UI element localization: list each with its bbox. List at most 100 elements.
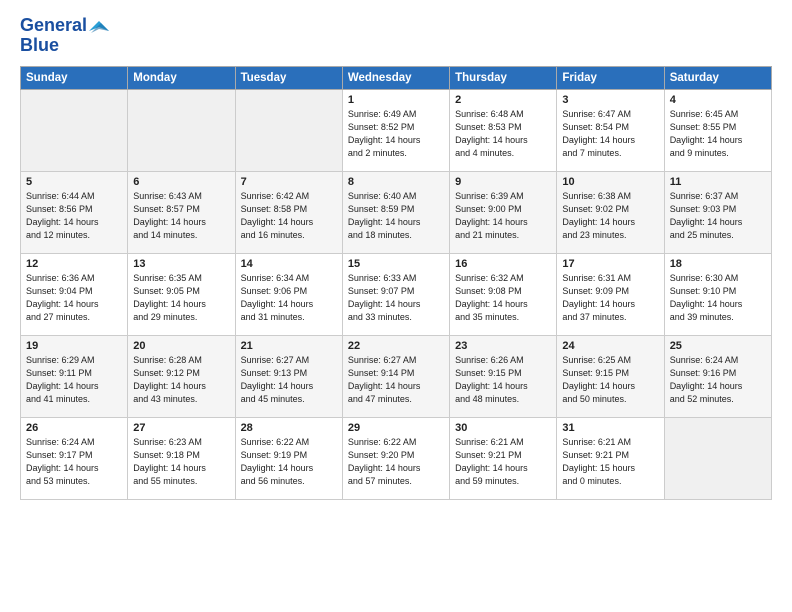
week-row-4: 19 Sunrise: 6:29 AMSunset: 9:11 PMDayligh…	[21, 335, 772, 417]
day-info: Sunrise: 6:24 AMSunset: 9:17 PMDaylight:…	[26, 436, 122, 488]
week-row-2: 5 Sunrise: 6:44 AMSunset: 8:56 PMDaylight…	[21, 171, 772, 253]
day-cell: 18 Sunrise: 6:30 AMSunset: 9:10 PMDayligh…	[664, 253, 771, 335]
day-number: 3	[562, 94, 658, 106]
day-cell: 13Sunrise: 6:35 AMSunset: 9:05 PMDayligh…	[128, 253, 235, 335]
day-number: 22	[348, 340, 444, 352]
day-info: Sunrise: 6:24 AMSunset: 9:16 PMDaylight:…	[670, 354, 766, 406]
day-number: 24	[562, 340, 658, 352]
day-info: Sunrise: 6:22 AMSunset: 9:20 PMDaylight:…	[348, 436, 444, 488]
day-cell: 31Sunrise: 6:21 AMSunset: 9:21 PMDayligh…	[557, 417, 664, 499]
day-cell: 4 Sunrise: 6:45 AMSunset: 8:55 PMDaylight…	[664, 89, 771, 171]
day-cell: 2 Sunrise: 6:48 AMSunset: 8:53 PMDaylight…	[450, 89, 557, 171]
day-number: 15	[348, 258, 444, 270]
day-info: Sunrise: 6:49 AMSunset: 8:52 PMDaylight:…	[348, 108, 444, 160]
day-number: 10	[562, 176, 658, 188]
day-cell: 9Sunrise: 6:39 AMSunset: 9:00 PMDaylight…	[450, 171, 557, 253]
logo-line1: General	[20, 16, 87, 36]
header-day-saturday: Saturday	[664, 66, 771, 89]
header: General Blue	[20, 16, 772, 56]
day-info: Sunrise: 6:36 AMSunset: 9:04 PMDaylight:…	[26, 272, 122, 324]
day-number: 31	[562, 422, 658, 434]
logo-line2: Blue	[20, 36, 87, 56]
week-row-3: 12 Sunrise: 6:36 AMSunset: 9:04 PMDayligh…	[21, 253, 772, 335]
day-cell	[235, 89, 342, 171]
day-info: Sunrise: 6:47 AMSunset: 8:54 PMDaylight:…	[562, 108, 658, 160]
day-info: Sunrise: 6:23 AMSunset: 9:18 PMDaylight:…	[133, 436, 229, 488]
day-info: Sunrise: 6:32 AMSunset: 9:08 PMDaylight:…	[455, 272, 551, 324]
header-day-sunday: Sunday	[21, 66, 128, 89]
day-cell: 14Sunrise: 6:34 AMSunset: 9:06 PMDayligh…	[235, 253, 342, 335]
logo-chevron-icon	[89, 21, 109, 41]
header-day-thursday: Thursday	[450, 66, 557, 89]
day-info: Sunrise: 6:39 AMSunset: 9:00 PMDaylight:…	[455, 190, 551, 242]
day-number: 19	[26, 340, 122, 352]
day-info: Sunrise: 6:45 AMSunset: 8:55 PMDaylight:…	[670, 108, 766, 160]
page: General Blue SundayMondayTuesdayWednesda…	[0, 0, 792, 612]
day-cell: 25 Sunrise: 6:24 AMSunset: 9:16 PMDayligh…	[664, 335, 771, 417]
day-number: 8	[348, 176, 444, 188]
day-number: 20	[133, 340, 229, 352]
day-number: 21	[241, 340, 337, 352]
day-cell: 15 Sunrise: 6:33 AMSunset: 9:07 PMDayligh…	[342, 253, 449, 335]
day-number: 6	[133, 176, 229, 188]
day-cell: 27 Sunrise: 6:23 AMSunset: 9:18 PMDayligh…	[128, 417, 235, 499]
day-number: 27	[133, 422, 229, 434]
day-number: 26	[26, 422, 122, 434]
day-number: 30	[455, 422, 551, 434]
day-cell: 5 Sunrise: 6:44 AMSunset: 8:56 PMDaylight…	[21, 171, 128, 253]
header-day-monday: Monday	[128, 66, 235, 89]
day-info: Sunrise: 6:26 AMSunset: 9:15 PMDaylight:…	[455, 354, 551, 406]
day-cell: 6 Sunrise: 6:43 AMSunset: 8:57 PMDaylight…	[128, 171, 235, 253]
day-info: Sunrise: 6:44 AMSunset: 8:56 PMDaylight:…	[26, 190, 122, 242]
day-info: Sunrise: 6:27 AMSunset: 9:13 PMDaylight:…	[241, 354, 337, 406]
day-cell: 10 Sunrise: 6:38 AMSunset: 9:02 PMDayligh…	[557, 171, 664, 253]
day-info: Sunrise: 6:30 AMSunset: 9:10 PMDaylight:…	[670, 272, 766, 324]
day-info: Sunrise: 6:43 AMSunset: 8:57 PMDaylight:…	[133, 190, 229, 242]
day-info: Sunrise: 6:38 AMSunset: 9:02 PMDaylight:…	[562, 190, 658, 242]
day-cell: 28 Sunrise: 6:22 AMSunset: 9:19 PMDayligh…	[235, 417, 342, 499]
header-row: SundayMondayTuesdayWednesdayThursdayFrid…	[21, 66, 772, 89]
day-number: 14	[241, 258, 337, 270]
day-info: Sunrise: 6:48 AMSunset: 8:53 PMDaylight:…	[455, 108, 551, 160]
day-info: Sunrise: 6:29 AMSunset: 9:11 PMDaylight:…	[26, 354, 122, 406]
day-cell: 3 Sunrise: 6:47 AMSunset: 8:54 PMDaylight…	[557, 89, 664, 171]
day-cell: 12 Sunrise: 6:36 AMSunset: 9:04 PMDayligh…	[21, 253, 128, 335]
day-number: 7	[241, 176, 337, 188]
day-cell: 30Sunrise: 6:21 AMSunset: 9:21 PMDayligh…	[450, 417, 557, 499]
day-cell	[21, 89, 128, 171]
day-number: 2	[455, 94, 551, 106]
day-number: 12	[26, 258, 122, 270]
day-info: Sunrise: 6:27 AMSunset: 9:14 PMDaylight:…	[348, 354, 444, 406]
day-cell: 20 Sunrise: 6:28 AMSunset: 9:12 PMDayligh…	[128, 335, 235, 417]
day-number: 18	[670, 258, 766, 270]
calendar-table: SundayMondayTuesdayWednesdayThursdayFrid…	[20, 66, 772, 500]
day-cell: 17Sunrise: 6:31 AMSunset: 9:09 PMDayligh…	[557, 253, 664, 335]
day-number: 28	[241, 422, 337, 434]
day-cell: 26 Sunrise: 6:24 AMSunset: 9:17 PMDayligh…	[21, 417, 128, 499]
day-number: 4	[670, 94, 766, 106]
header-day-tuesday: Tuesday	[235, 66, 342, 89]
day-number: 11	[670, 176, 766, 188]
day-number: 25	[670, 340, 766, 352]
day-cell: 29 Sunrise: 6:22 AMSunset: 9:20 PMDayligh…	[342, 417, 449, 499]
day-cell: 21 Sunrise: 6:27 AMSunset: 9:13 PMDayligh…	[235, 335, 342, 417]
day-number: 5	[26, 176, 122, 188]
day-cell: 8 Sunrise: 6:40 AMSunset: 8:59 PMDaylight…	[342, 171, 449, 253]
day-number: 29	[348, 422, 444, 434]
day-cell: 11Sunrise: 6:37 AMSunset: 9:03 PMDayligh…	[664, 171, 771, 253]
header-day-friday: Friday	[557, 66, 664, 89]
day-cell: 19 Sunrise: 6:29 AMSunset: 9:11 PMDayligh…	[21, 335, 128, 417]
day-info: Sunrise: 6:28 AMSunset: 9:12 PMDaylight:…	[133, 354, 229, 406]
day-number: 23	[455, 340, 551, 352]
day-info: Sunrise: 6:40 AMSunset: 8:59 PMDaylight:…	[348, 190, 444, 242]
day-info: Sunrise: 6:25 AMSunset: 9:15 PMDaylight:…	[562, 354, 658, 406]
day-number: 13	[133, 258, 229, 270]
logo: General Blue	[20, 16, 109, 56]
day-cell	[664, 417, 771, 499]
day-info: Sunrise: 6:22 AMSunset: 9:19 PMDaylight:…	[241, 436, 337, 488]
header-day-wednesday: Wednesday	[342, 66, 449, 89]
week-row-1: 1 Sunrise: 6:49 AMSunset: 8:52 PMDaylight…	[21, 89, 772, 171]
day-cell: 1 Sunrise: 6:49 AMSunset: 8:52 PMDaylight…	[342, 89, 449, 171]
day-info: Sunrise: 6:33 AMSunset: 9:07 PMDaylight:…	[348, 272, 444, 324]
day-number: 1	[348, 94, 444, 106]
